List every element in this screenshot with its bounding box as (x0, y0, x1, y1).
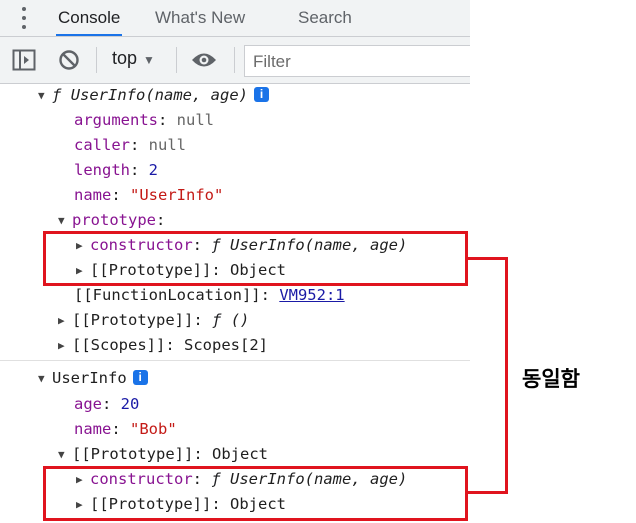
expanded-caret-icon[interactable]: ▼ (58, 442, 72, 467)
property-key: [[Scopes]] (72, 336, 166, 354)
property-value: null (176, 111, 214, 129)
property-row: caller: null (74, 136, 186, 154)
info-icon[interactable]: i (132, 370, 148, 385)
property-value: null (148, 136, 186, 154)
property-row: arguments: null (74, 111, 214, 129)
source-link[interactable]: VM952:1 (279, 286, 344, 304)
property-key: caller (74, 136, 130, 154)
function-location-row: [[FunctionLocation]]: VM952:1 (74, 286, 345, 304)
property-key: arguments (74, 111, 158, 129)
prototype-row[interactable]: ▼ prototype: (58, 208, 165, 233)
dropdown-arrow-icon: ▼ (143, 53, 155, 67)
function-signature: UserInfo(name, age) (70, 86, 248, 104)
property-value: "Bob" (130, 420, 177, 438)
property-value: Object (212, 445, 268, 463)
expanded-caret-icon[interactable]: ▼ (38, 83, 52, 108)
tab-console[interactable]: Console (55, 0, 123, 36)
tab-search[interactable]: Search (298, 0, 352, 36)
filter-placeholder: Filter (253, 52, 291, 71)
function-glyph: ƒ (52, 86, 62, 104)
filter-input[interactable]: Filter (244, 45, 470, 77)
property-row: age: 20 (74, 395, 140, 413)
context-selector[interactable]: top ▼ (112, 48, 155, 69)
scopes-row[interactable]: ▶ [[Scopes]]: Scopes[2] (58, 333, 268, 358)
property-row: length: 2 (74, 161, 159, 179)
property-key: [[Prototype]] (72, 445, 194, 463)
property-key: length (74, 161, 130, 179)
sidebar-toggle-icon[interactable] (12, 49, 36, 75)
more-menu-icon[interactable] (22, 7, 26, 29)
function-entry[interactable]: ▼ ƒ UserInfo(name, age) i (38, 83, 269, 108)
info-icon[interactable]: i (254, 87, 269, 102)
highlight-box-object-prototype (43, 466, 468, 521)
property-row: name: "UserInfo" (74, 186, 224, 204)
eye-icon[interactable] (191, 51, 217, 73)
prototype-row[interactable]: ▶ [[Prototype]]: ƒ () (58, 308, 249, 333)
collapsed-caret-icon[interactable]: ▶ (58, 333, 72, 358)
prototype-row[interactable]: ▼ [[Prototype]]: Object (58, 442, 268, 467)
tab-whats-new[interactable]: What's New (155, 0, 245, 36)
property-value: "UserInfo" (130, 186, 224, 204)
property-value: 2 (148, 161, 159, 179)
property-key: [[Prototype]] (72, 311, 194, 329)
property-key: name (74, 186, 112, 204)
property-key: name (74, 420, 112, 438)
toolbar-divider (96, 47, 97, 73)
expanded-caret-icon[interactable]: ▼ (58, 208, 72, 233)
collapsed-caret-icon[interactable]: ▶ (58, 308, 72, 333)
function-glyph: ƒ (212, 311, 222, 329)
annotation-label: 동일함 (522, 367, 580, 391)
devtools-tab-bar: Console What's New Search (0, 0, 470, 37)
property-value: 20 (120, 395, 140, 413)
property-value: Scopes[2] (184, 336, 268, 354)
clear-console-icon[interactable] (58, 49, 80, 75)
highlight-box-function-prototype (43, 231, 468, 286)
context-selector-label: top (112, 48, 138, 68)
property-key: [[FunctionLocation]] (74, 286, 261, 304)
console-message-divider (0, 360, 470, 361)
connector-line-vertical (505, 257, 508, 494)
property-key: age (74, 395, 102, 413)
connector-line-bottom (468, 491, 508, 494)
connector-line-top (468, 257, 508, 260)
object-title: UserInfo (52, 369, 127, 387)
property-value: () (230, 311, 250, 329)
toolbar-divider (234, 47, 235, 73)
property-key: prototype (72, 211, 156, 229)
object-entry[interactable]: ▼ UserInfo i (38, 366, 148, 391)
expanded-caret-icon[interactable]: ▼ (38, 366, 52, 391)
toolbar-divider (176, 47, 177, 73)
property-row: name: "Bob" (74, 420, 177, 438)
